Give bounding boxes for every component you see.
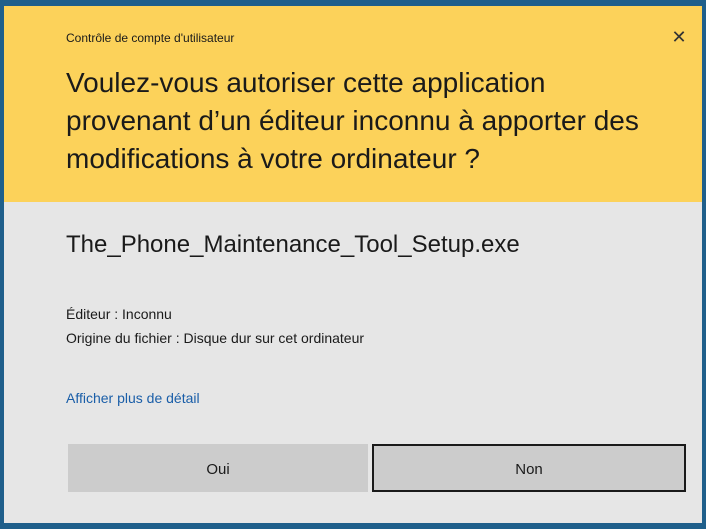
uac-dialog: Contrôle de compte d'utilisateur ✕ Voule… bbox=[0, 0, 706, 529]
yes-button[interactable]: Oui bbox=[68, 444, 368, 492]
close-button[interactable]: ✕ bbox=[664, 24, 694, 50]
file-origin-label: Origine du fichier : Disque dur sur cet … bbox=[66, 330, 365, 346]
show-more-details-link[interactable]: Afficher plus de détail bbox=[66, 390, 200, 406]
program-filename: The_Phone_Maintenance_Tool_Setup.exe bbox=[66, 231, 520, 258]
dialog-headline: Voulez-vous autoriser cette application … bbox=[66, 67, 639, 174]
no-button[interactable]: Non bbox=[372, 444, 686, 492]
dialog-header: Contrôle de compte d'utilisateur ✕ Voule… bbox=[4, 6, 702, 202]
publisher-label: Éditeur : Inconnu bbox=[66, 306, 172, 322]
close-icon: ✕ bbox=[671, 27, 687, 47]
dialog-caption: Contrôle de compte d'utilisateur bbox=[66, 31, 235, 45]
